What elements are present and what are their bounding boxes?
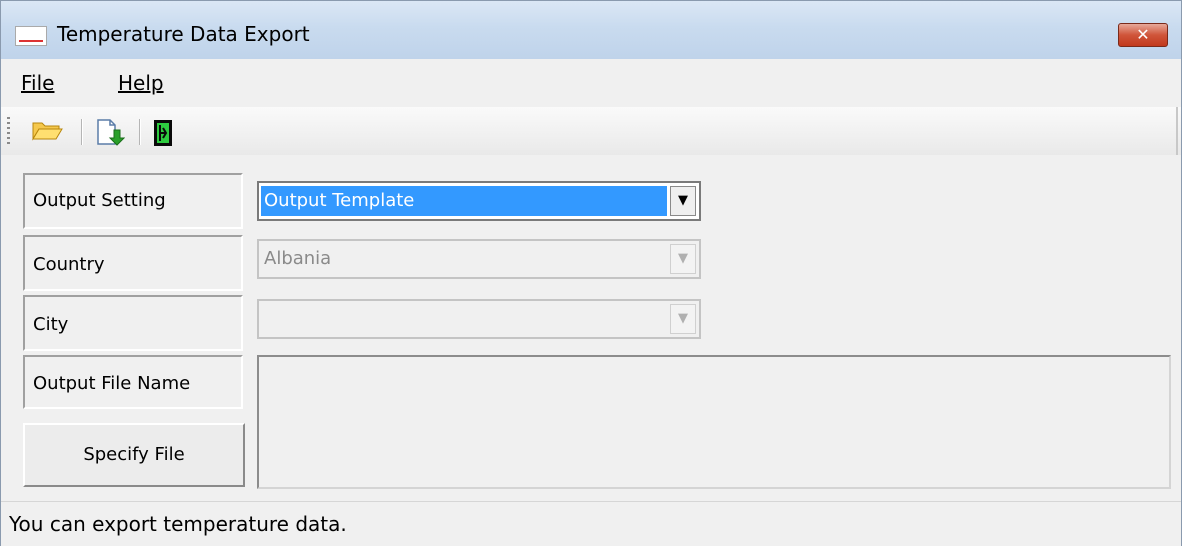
city-label: City bbox=[23, 295, 243, 351]
country-dropdown[interactable]: Albania ▼ bbox=[257, 239, 701, 279]
menu-file[interactable]: File bbox=[21, 71, 54, 95]
toolbar-separator bbox=[139, 119, 141, 145]
specify-file-button[interactable]: Specify File bbox=[23, 423, 245, 487]
menu-help-label: Help bbox=[118, 71, 164, 95]
toolbar bbox=[1, 107, 1181, 155]
city-dropdown[interactable]: ▼ bbox=[257, 299, 701, 339]
city-value bbox=[261, 304, 667, 334]
dropdown-arrow-button[interactable]: ▼ bbox=[670, 304, 696, 334]
toolbar-grip[interactable] bbox=[7, 117, 10, 147]
exit-button[interactable] bbox=[153, 119, 173, 152]
output-file-name-field[interactable] bbox=[257, 355, 1171, 489]
output-setting-dropdown[interactable]: Output Template ▼ bbox=[257, 181, 701, 221]
chevron-down-icon: ▼ bbox=[678, 311, 688, 326]
open-folder-button[interactable] bbox=[31, 119, 63, 148]
toolbar-edge bbox=[1176, 107, 1178, 155]
close-button[interactable]: ✕ bbox=[1118, 23, 1168, 47]
menu-help[interactable]: Help bbox=[118, 71, 164, 95]
menu-file-label: File bbox=[21, 71, 55, 95]
app-window: Temperature Data Export ✕ File Help Outp… bbox=[0, 0, 1182, 546]
export-button[interactable] bbox=[95, 119, 126, 152]
chevron-down-icon: ▼ bbox=[678, 193, 688, 208]
chevron-down-icon: ▼ bbox=[678, 251, 688, 266]
menu-bar: File Help bbox=[1, 59, 1181, 107]
toolbar-separator bbox=[81, 119, 83, 145]
status-bar: You can export temperature data. bbox=[1, 501, 1181, 546]
status-text: You can export temperature data. bbox=[9, 512, 347, 536]
output-setting-label: Output Setting bbox=[23, 173, 243, 229]
window-title: Temperature Data Export bbox=[57, 22, 310, 46]
title-bar[interactable]: Temperature Data Export ✕ bbox=[1, 1, 1181, 59]
country-value: Albania bbox=[264, 248, 332, 269]
output-file-name-label: Output File Name bbox=[23, 355, 243, 409]
open-folder-icon bbox=[32, 122, 63, 141]
exit-door-icon bbox=[154, 120, 172, 146]
dropdown-arrow-button[interactable]: ▼ bbox=[670, 244, 696, 274]
app-logo-icon bbox=[15, 26, 47, 46]
export-document-icon bbox=[97, 119, 126, 146]
output-setting-value: Output Template bbox=[261, 186, 667, 216]
close-x-icon: ✕ bbox=[1136, 25, 1150, 44]
dropdown-arrow-button[interactable]: ▼ bbox=[670, 186, 696, 216]
country-label: Country bbox=[23, 235, 243, 291]
